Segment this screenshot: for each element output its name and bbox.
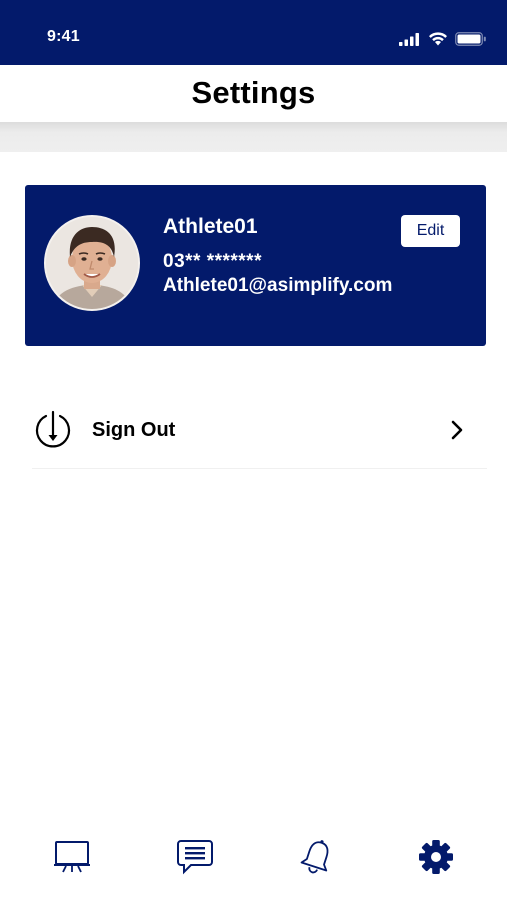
chat-message-icon	[177, 840, 213, 875]
chevron-right-icon	[451, 420, 463, 440]
header-divider	[0, 122, 507, 152]
tab-dashboard[interactable]	[47, 832, 97, 882]
page-title: Settings	[191, 75, 316, 110]
status-icons	[399, 31, 487, 46]
presentation-board-icon	[54, 841, 90, 873]
user-phone: 03** *******	[163, 251, 262, 272]
user-email: Athlete01@asimplify.com	[163, 275, 393, 296]
cellular-signal-icon	[399, 33, 419, 46]
status-time: 9:41	[47, 28, 80, 45]
edit-profile-button[interactable]: Edit	[401, 215, 460, 247]
sign-out-icon	[35, 410, 71, 448]
user-avatar-image	[46, 217, 138, 309]
profile-card: Athlete01 03** ******* Athlete01@asimpli…	[25, 185, 486, 346]
sign-out-row[interactable]: Sign Out	[32, 400, 487, 469]
tab-notifications[interactable]	[292, 832, 342, 882]
tab-messages[interactable]	[170, 832, 220, 882]
user-name: Athlete01	[163, 215, 258, 238]
battery-icon	[455, 32, 486, 46]
bottom-tab-bar	[0, 820, 507, 900]
tab-settings[interactable]	[411, 832, 461, 882]
sign-out-label: Sign Out	[92, 419, 176, 441]
avatar	[44, 215, 140, 311]
gear-icon	[419, 840, 453, 874]
wifi-icon	[429, 32, 447, 46]
status-bar: 9:41	[0, 0, 507, 65]
bell-icon	[300, 840, 329, 874]
